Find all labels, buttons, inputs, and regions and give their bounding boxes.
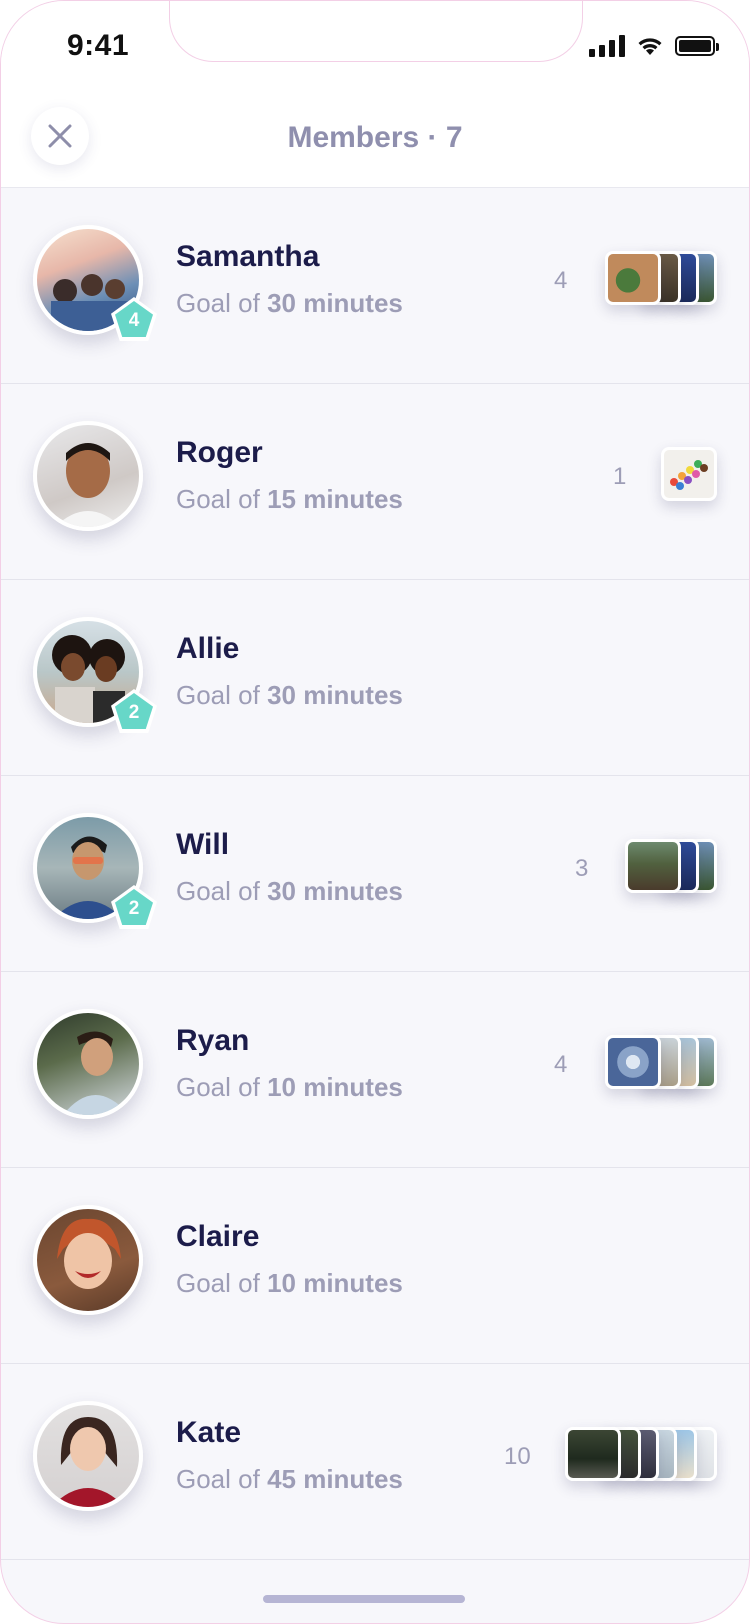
home-indicator[interactable] (263, 1595, 465, 1603)
activity-thumbnail (605, 1035, 661, 1089)
member-row[interactable]: Roger Goal of 15 minutes 1 (1, 384, 749, 580)
member-goal: Goal of 30 minutes (176, 876, 403, 906)
member-goal: Goal of 10 minutes (176, 1268, 403, 1298)
activity-count: 4 (554, 267, 568, 294)
activity-count: 10 (504, 1443, 531, 1470)
avatar: 2 (33, 617, 157, 733)
activity-thumbnails[interactable] (565, 1427, 717, 1481)
member-row[interactable]: 4 Samantha Goal of 30 minutes 4 (1, 188, 749, 384)
activity-thumbnail (625, 839, 681, 893)
phone-frame: 9:41 Members · 7 4 Samantha Goal of 30 m… (0, 0, 750, 1624)
notch (169, 1, 583, 62)
member-row[interactable]: 2 Allie Goal of 30 minutes (1, 580, 749, 776)
member-goal: Goal of 45 minutes (176, 1464, 403, 1494)
status-time: 9:41 (67, 29, 130, 62)
member-goal: Goal of 10 minutes (176, 1072, 403, 1102)
member-name: Roger (176, 436, 263, 469)
status-bar: 9:41 (1, 1, 749, 91)
member-row[interactable]: Kate Goal of 45 minutes 10 (1, 1364, 749, 1560)
activity-thumbnails[interactable] (661, 447, 717, 501)
member-name: Kate (176, 1416, 242, 1449)
member-goal: Goal of 30 minutes (176, 680, 403, 710)
member-name: Will (176, 828, 230, 861)
activity-thumbnail (661, 447, 717, 501)
avatar: 2 (33, 813, 157, 929)
member-name: Allie (176, 632, 240, 665)
avatar (33, 421, 143, 531)
activity-count: 3 (575, 855, 589, 882)
status-icons (589, 35, 719, 57)
member-row[interactable]: 2 Will Goal of 30 minutes 3 (1, 776, 749, 972)
header: Members · 7 (1, 91, 749, 188)
activity-count: 1 (613, 463, 627, 490)
member-name: Ryan (176, 1024, 250, 1057)
activity-count: 4 (554, 1051, 568, 1078)
avatar (33, 1205, 143, 1315)
cellular-signal-icon (589, 35, 625, 57)
member-name: Samantha (176, 240, 320, 273)
activity-thumbnails[interactable] (605, 1035, 717, 1089)
wifi-icon (638, 38, 662, 55)
member-goal: Goal of 30 minutes (176, 288, 403, 318)
member-name: Claire (176, 1220, 260, 1253)
activity-thumbnail (565, 1427, 621, 1481)
activity-thumbnail (605, 251, 661, 305)
avatar (33, 1401, 143, 1511)
member-goal: Goal of 15 minutes (176, 484, 403, 514)
activity-thumbnails[interactable] (605, 251, 717, 305)
member-row[interactable]: Claire Goal of 10 minutes (1, 1168, 749, 1364)
member-row[interactable]: Ryan Goal of 10 minutes 4 (1, 972, 749, 1168)
member-list: 4 Samantha Goal of 30 minutes 4 Roger Go… (1, 188, 749, 1560)
page-title: Members · 7 (287, 121, 463, 154)
battery-icon (675, 36, 719, 56)
avatar (33, 1009, 143, 1119)
avatar: 4 (33, 225, 157, 341)
activity-thumbnails[interactable] (625, 839, 717, 893)
